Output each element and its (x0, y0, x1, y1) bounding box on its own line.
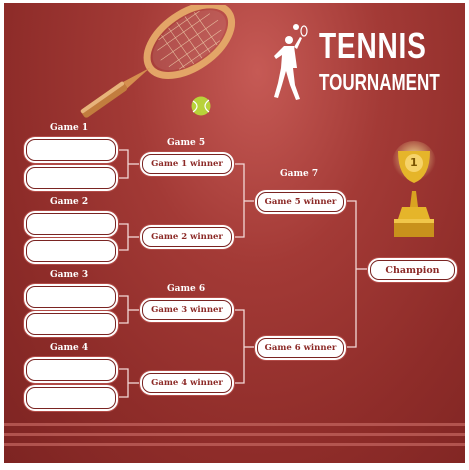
game1-player2-slot[interactable] (26, 167, 116, 189)
game3-winner-slot[interactable]: Game 3 winner (142, 300, 232, 320)
game4-title: Game 4 (50, 343, 89, 353)
game4-winner-slot[interactable]: Game 4 winner (142, 373, 232, 393)
game4-player1-slot[interactable] (26, 359, 116, 381)
game1-player1-slot[interactable] (26, 139, 116, 161)
game2-title: Game 2 (50, 197, 89, 207)
game2-player1-slot[interactable] (26, 213, 116, 235)
game3-player1-slot[interactable] (26, 286, 116, 308)
game3-player2-slot[interactable] (26, 313, 116, 335)
game5-winner-slot[interactable]: Game 5 winner (257, 192, 344, 212)
game1-winner-slot[interactable]: Game 1 winner (142, 154, 232, 174)
game4-player2-slot[interactable] (26, 387, 116, 409)
game6-winner-slot[interactable]: Game 6 winner (257, 338, 344, 358)
game1-title: Game 1 (50, 123, 89, 133)
game3-title: Game 3 (50, 270, 89, 280)
game2-player2-slot[interactable] (26, 240, 116, 262)
game5-title: Game 5 (167, 138, 206, 148)
champion-slot[interactable]: Champion (370, 260, 455, 280)
bracket-canvas: TENNIS TOURNAMENT 1 Game 1 Game 2 Game 3… (4, 3, 465, 463)
game6-title: Game 6 (167, 284, 206, 294)
game2-winner-slot[interactable]: Game 2 winner (142, 227, 232, 247)
game7-title: Game 7 (280, 169, 319, 179)
